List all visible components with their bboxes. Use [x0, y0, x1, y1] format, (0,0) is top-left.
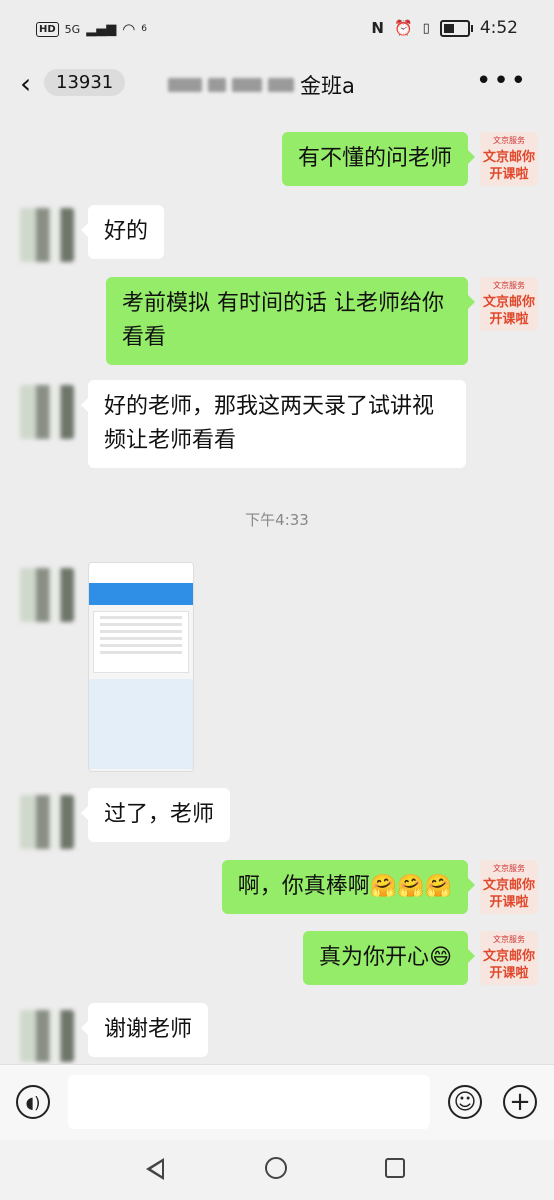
- nav-back-icon-inner: [151, 1162, 162, 1176]
- chat-title: 金班a: [168, 70, 355, 100]
- clock: 4:52: [479, 18, 518, 38]
- input-bar: ◖) ☺ +: [0, 1064, 554, 1141]
- avatar-contact[interactable]: [20, 795, 74, 849]
- nfc-icon: N: [371, 19, 384, 37]
- chat-title-text: 金班a: [300, 74, 355, 98]
- plus-icon[interactable]: +: [503, 1085, 537, 1119]
- message-text: 好的: [104, 219, 149, 244]
- message-text: 谢谢老师: [104, 1017, 193, 1042]
- redacted-name-block: [168, 78, 202, 92]
- wifi-icon: ◠: [122, 20, 136, 38]
- avatar-self[interactable]: 文京服务 文京邮你 开课啦: [480, 277, 538, 331]
- message-bubble-self[interactable]: 有不懂的问老师: [281, 132, 476, 186]
- avatar-contact[interactable]: [20, 568, 74, 622]
- status-right: N ⏰ ▯ 4:52: [371, 18, 518, 38]
- message-bubble-contact[interactable]: 好的老师，那我这两天录了试讲视频让老师看看: [81, 380, 466, 468]
- status-bar: HD 5G ▂▄▆ ◠ 6 N ⏰ ▯ 4:52: [0, 0, 554, 58]
- nav-recents-icon[interactable]: [385, 1158, 405, 1178]
- avatar-self[interactable]: 文京服务 文京邮你 开课啦: [480, 931, 538, 985]
- redacted-name-block: [268, 78, 294, 92]
- image-thumb-line: [100, 616, 182, 619]
- message-text: 过了，老师: [104, 802, 215, 827]
- sticker-line2: 开课啦: [489, 966, 529, 981]
- message-text: 好的老师，那我这两天录了试讲视频让老师看看: [104, 394, 435, 453]
- message-bubble-self[interactable]: 考前模拟 有时间的话 让老师给你看看: [106, 277, 475, 365]
- sticker-line2: 开课啦: [489, 167, 529, 182]
- network-label: 5G: [64, 22, 81, 36]
- image-thumb-line: [100, 623, 182, 626]
- sticker-line1: 文京邮你: [482, 878, 535, 893]
- image-thumb-titlebar: [89, 563, 193, 583]
- message-bubble-self[interactable]: 啊，你真棒啊🤗🤗🤗: [221, 860, 476, 914]
- avatar-contact[interactable]: [20, 208, 74, 262]
- image-thumb-line: [100, 644, 182, 647]
- image-thumb-card: [93, 611, 189, 673]
- image-thumb-banner: [89, 583, 193, 605]
- message-timestamp: 下午4:33: [245, 511, 309, 529]
- redacted-name-block: [232, 78, 262, 92]
- battery-icon: [439, 19, 473, 37]
- avatar-self[interactable]: 文京服务 文京邮你 开课啦: [480, 132, 538, 186]
- sticker-line1: 文京邮你: [482, 150, 535, 165]
- emoji-grin-icon: 😄: [429, 945, 452, 970]
- sticker-line1: 文京邮你: [482, 949, 535, 964]
- wifi-sub-label: 6: [141, 24, 148, 34]
- sticker-brand: 文京服务: [493, 281, 525, 290]
- vibrate-icon: ▯: [422, 20, 430, 36]
- image-message[interactable]: [88, 562, 194, 772]
- avatar-contact[interactable]: [20, 1010, 74, 1062]
- sticker-brand: 文京服务: [493, 864, 525, 873]
- hd-badge: HD: [36, 21, 59, 37]
- system-nav-bar: [0, 1140, 554, 1200]
- sticker-brand: 文京服务: [493, 935, 525, 944]
- unread-count-badge[interactable]: 13931: [44, 69, 126, 96]
- more-options-icon[interactable]: •••: [476, 66, 528, 96]
- sticker-line2: 开课啦: [489, 312, 529, 327]
- image-thumb-line: [100, 651, 182, 654]
- sticker-brand: 文京服务: [493, 136, 525, 145]
- signal-icon: ▂▄▆: [86, 21, 117, 37]
- sticker-line1: 文京邮你: [482, 295, 535, 310]
- voice-icon[interactable]: ◖): [16, 1085, 50, 1119]
- message-text: 考前模拟 有时间的话 让老师给你看看: [122, 291, 444, 350]
- chat-header: ‹ 13931 金班a •••: [0, 58, 554, 110]
- message-bubble-self[interactable]: 真为你开心😄: [303, 931, 475, 985]
- emoji-hug-icon: 🤗🤗🤗: [369, 874, 452, 899]
- message-bubble-contact[interactable]: 谢谢老师: [80, 1003, 209, 1057]
- message-text: 啊，你真棒啊: [237, 874, 370, 899]
- image-thumb-line: [100, 630, 182, 633]
- avatar-contact[interactable]: [20, 385, 74, 439]
- message-text: 真为你开心: [319, 945, 430, 970]
- nav-home-icon[interactable]: [265, 1157, 287, 1179]
- back-arrow-icon[interactable]: ‹: [20, 70, 31, 98]
- message-input[interactable]: [68, 1075, 430, 1129]
- image-thumb-lower: [89, 679, 193, 769]
- alarm-icon: ⏰: [393, 19, 413, 37]
- message-bubble-contact[interactable]: 过了，老师: [80, 788, 231, 842]
- sticker-line2: 开课啦: [489, 895, 529, 910]
- image-thumb-line: [100, 637, 182, 640]
- status-left: HD 5G ▂▄▆ ◠ 6: [36, 20, 147, 38]
- redacted-name-block: [208, 78, 226, 92]
- smile-icon[interactable]: ☺: [448, 1085, 482, 1119]
- message-bubble-contact[interactable]: 好的: [80, 205, 165, 259]
- avatar-self[interactable]: 文京服务 文京邮你 开课啦: [480, 860, 538, 914]
- message-text: 有不懂的问老师: [297, 146, 452, 171]
